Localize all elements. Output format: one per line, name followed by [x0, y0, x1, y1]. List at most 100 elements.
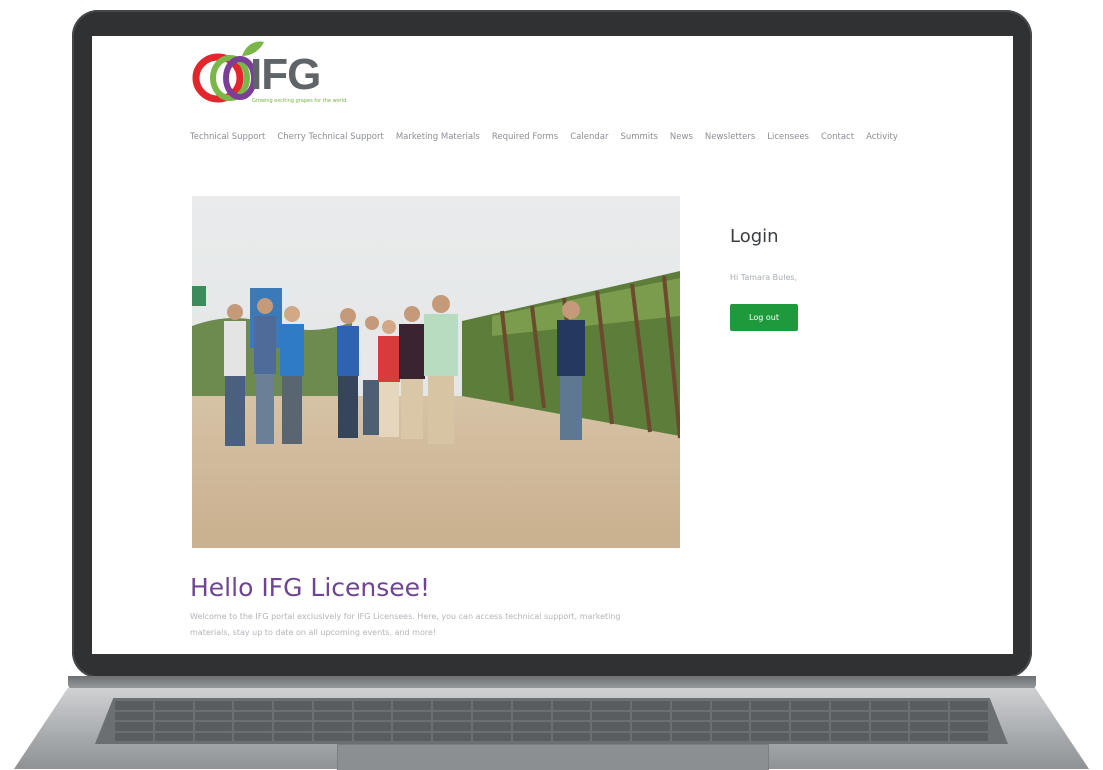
- keyboard-key: [870, 722, 909, 731]
- keyboard-key: [950, 711, 988, 720]
- keyboard-key: [910, 711, 949, 720]
- keyboard-key: [671, 722, 710, 731]
- keyboard-key: [154, 732, 193, 741]
- keyboard-key: [910, 701, 949, 710]
- keyboard-key: [711, 732, 750, 741]
- keyboard-key: [274, 722, 312, 731]
- keyboard-key: [194, 711, 233, 720]
- keyboard-key: [552, 701, 591, 710]
- keyboard-key: [194, 722, 233, 731]
- keyboard-key: [592, 701, 631, 710]
- keyboard-key: [632, 711, 670, 720]
- logout-button[interactable]: Log out: [730, 304, 798, 331]
- keyboard-key: [512, 711, 551, 720]
- keyboard-key: [154, 711, 193, 720]
- nav-item-news[interactable]: News: [670, 132, 693, 142]
- keyboard-key: [115, 732, 153, 741]
- laptop-keyboard: [95, 698, 1008, 744]
- vineyard-tour-photo: [192, 196, 680, 548]
- keyboard-key: [870, 701, 909, 710]
- keyboard-key: [234, 732, 273, 741]
- nav-item-contact[interactable]: Contact: [821, 132, 854, 142]
- browser-screen: IFG Growing exciting grapes for the worl…: [92, 36, 1013, 654]
- welcome-heading: Hello IFG Licensee!: [190, 573, 431, 602]
- keyboard-key: [552, 722, 591, 731]
- keyboard-key: [711, 701, 750, 710]
- keyboard-key: [830, 722, 869, 731]
- keyboard-key: [950, 732, 988, 741]
- keyboard-key: [910, 732, 949, 741]
- keyboard-key: [393, 701, 432, 710]
- keyboard-key: [393, 711, 432, 720]
- keyboard-key: [234, 722, 273, 731]
- keyboard-key: [393, 722, 432, 731]
- keyboard-key: [194, 701, 233, 710]
- keyboard-key: [313, 722, 352, 731]
- nav-item-calendar[interactable]: Calendar: [570, 132, 608, 142]
- laptop-hinge: [68, 676, 1036, 690]
- keyboard-key: [353, 722, 392, 731]
- keyboard-key: [552, 711, 591, 720]
- keyboard-key: [433, 711, 471, 720]
- keyboard-key: [472, 722, 511, 731]
- keyboard-key: [274, 732, 312, 741]
- keyboard-key: [472, 711, 511, 720]
- keyboard-key: [433, 722, 471, 731]
- keyboard-key: [950, 701, 988, 710]
- keyboard-key: [830, 701, 869, 710]
- keyboard-key: [592, 711, 631, 720]
- keyboard-key: [711, 722, 750, 731]
- keyboard-key: [313, 701, 352, 710]
- nav-item-required-forms[interactable]: Required Forms: [492, 132, 558, 142]
- login-title: Login: [730, 226, 779, 247]
- keyboard-key: [751, 701, 790, 710]
- keyboard-key: [791, 732, 829, 741]
- keyboard-key: [433, 701, 471, 710]
- keyboard-key: [274, 701, 312, 710]
- keyboard-key: [671, 701, 710, 710]
- keyboard-key: [830, 732, 869, 741]
- nav-item-technical-support[interactable]: Technical Support: [190, 132, 265, 142]
- keyboard-key: [552, 732, 591, 741]
- laptop-trackpad: [337, 744, 769, 770]
- keyboard-key: [353, 701, 392, 710]
- nav-item-summits[interactable]: Summits: [620, 132, 657, 142]
- keyboard-key: [632, 732, 670, 741]
- keyboard-key: [154, 722, 193, 731]
- keyboard-key: [592, 722, 631, 731]
- keyboard-key: [115, 722, 153, 731]
- main-navigation: Technical Support Cherry Technical Suppo…: [190, 132, 898, 142]
- keyboard-key: [711, 711, 750, 720]
- keyboard-key: [472, 732, 511, 741]
- keyboard-key: [870, 711, 909, 720]
- nav-item-newsletters[interactable]: Newsletters: [705, 132, 755, 142]
- nav-item-activity[interactable]: Activity: [866, 132, 898, 142]
- keyboard-key: [115, 711, 153, 720]
- nav-item-cherry-technical-support[interactable]: Cherry Technical Support: [277, 132, 383, 142]
- keyboard-key: [632, 722, 670, 731]
- keyboard-key: [274, 711, 312, 720]
- keyboard-key: [154, 701, 193, 710]
- keyboard-key: [512, 701, 551, 710]
- keyboard-key: [393, 732, 432, 741]
- keyboard-key: [592, 732, 631, 741]
- keyboard-key: [751, 732, 790, 741]
- keyboard-key: [433, 732, 471, 741]
- nav-item-marketing-materials[interactable]: Marketing Materials: [396, 132, 480, 142]
- keyboard-key: [671, 711, 710, 720]
- keyboard-key: [910, 722, 949, 731]
- keyboard-key: [353, 711, 392, 720]
- keyboard-key: [313, 711, 352, 720]
- nav-item-licensees[interactable]: Licensees: [767, 132, 809, 142]
- keyboard-key: [313, 732, 352, 741]
- logo-wordmark: IFG: [250, 50, 321, 99]
- keyboard-key: [353, 732, 392, 741]
- keyboard-key: [791, 711, 829, 720]
- keyboard-key: [870, 732, 909, 741]
- keyboard-key: [234, 701, 273, 710]
- keyboard-key: [751, 722, 790, 731]
- keyboard-key: [830, 711, 869, 720]
- keyboard-key: [234, 711, 273, 720]
- logo-tagline: Growing exciting grapes for the world: [252, 98, 347, 104]
- keyboard-key: [512, 722, 551, 731]
